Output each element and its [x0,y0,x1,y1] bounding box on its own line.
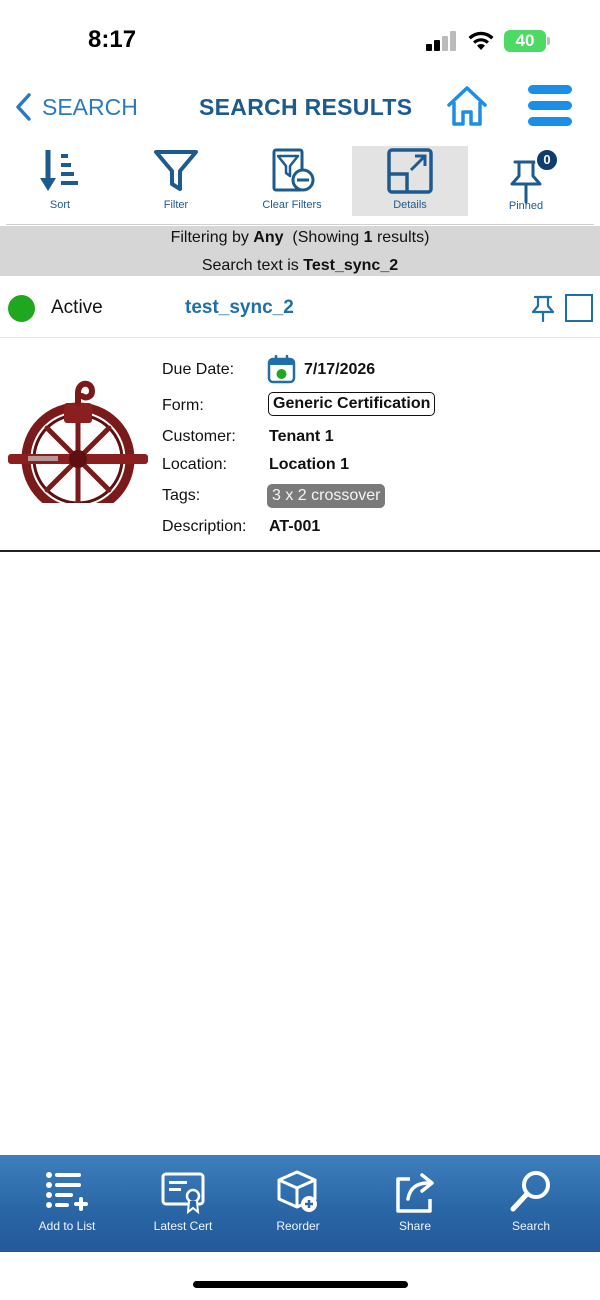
status-dot [8,295,35,322]
customer-value: Tenant 1 [269,428,334,445]
sort-icon [40,150,78,191]
search-icon [510,1171,550,1212]
select-checkbox[interactable] [565,294,593,322]
showing-prefix: (Showing [292,229,360,246]
back-label: SEARCH [42,93,138,120]
search-text-value: Test_sync_2 [303,257,399,274]
expand-details-icon [387,148,433,194]
hamburger-menu-button[interactable] [528,84,572,128]
latest-cert-label: Latest Cert [153,1219,213,1233]
home-indicator [193,1281,408,1288]
status-bar: 8:17 40 [0,0,600,80]
cellular-signal-icon [426,31,458,51]
pinned-button[interactable]: 0 Pinned [468,146,584,216]
filter-icon [154,150,198,191]
clear-filters-icon [272,148,315,192]
pinned-count-badge: 0 [535,148,559,172]
search-text-prefix: Search text is [201,257,299,274]
share-button[interactable]: Share [360,1169,470,1233]
chevron-left-icon [16,93,31,121]
clear-filters-label: Clear Filters [262,199,322,211]
customer-label: Customer: [162,428,236,445]
pulley-block-image [8,380,148,503]
reorder-label: Reorder [276,1219,320,1233]
home-icon[interactable] [444,83,490,129]
page-title: SEARCH RESULTS [199,94,413,120]
add-to-list-icon [46,1172,88,1211]
share-icon [396,1173,434,1213]
battery-indicator: 40 [504,30,546,52]
status-text: Active [51,297,103,318]
description-label: Description: [162,518,247,535]
tags-label: Tags: [162,487,201,504]
toolbar-divider [6,224,594,225]
sort-label: Sort [49,199,71,211]
latest-cert-button[interactable]: Latest Cert [128,1169,238,1233]
search-label: Search [511,1219,551,1233]
add-to-list-button[interactable]: Add to List [12,1169,122,1233]
toolbar: Sort Filter Clear Filters Details 0 Pinn… [0,142,600,222]
wifi-icon [468,31,494,50]
back-button[interactable]: SEARCH [14,92,138,122]
filter-label: Filter [163,199,189,211]
reorder-box-icon [277,1170,317,1212]
filter-summary-bar: Filtering by Any (Showing 1 results) Sea… [0,226,600,276]
result-count: 1 [363,229,373,246]
add-to-list-label: Add to List [38,1219,96,1233]
details-label: Details [393,199,427,211]
due-date-label: Due Date: [162,361,235,378]
search-button[interactable]: Search [476,1169,586,1233]
share-label: Share [398,1219,432,1233]
search-text-line: Search text is Test_sync_2 [0,257,600,275]
bottom-action-bar: Add to List Latest Cert Reorder Share Se… [0,1155,600,1252]
battery-tip [547,37,550,45]
due-date-value: 7/17/2026 [304,361,376,378]
certificate-icon [161,1172,205,1215]
status-time: 8:17 [88,26,137,53]
tag-chip[interactable]: 3 x 2 crossover [267,484,386,508]
location-label: Location: [162,456,227,473]
result-details: Due Date: 7/17/2026 Form: Generic Certif… [0,339,600,552]
reorder-button[interactable]: Reorder [243,1169,353,1233]
pin-icon[interactable] [530,294,556,322]
filter-mode: Any [253,229,284,246]
showing-suffix: results) [376,229,430,246]
description-value: AT-001 [269,518,321,535]
details-button[interactable]: Details [352,146,468,216]
nav-bar: SEARCH SEARCH RESULTS [0,80,600,136]
sort-button[interactable]: Sort [2,146,118,216]
clear-filters-button[interactable]: Clear Filters [234,146,350,216]
filter-summary-line: Filtering by Any (Showing 1 results) [0,229,600,247]
location-value: Location 1 [269,456,350,473]
pinned-label: Pinned [508,200,544,212]
result-row[interactable]: Active test_sync_2 [0,280,600,338]
calendar-icon [267,355,296,384]
form-label: Form: [162,397,204,414]
filter-prefix: Filtering by [170,229,249,246]
form-chip[interactable]: Generic Certification [268,392,436,416]
filter-button[interactable]: Filter [118,146,234,216]
result-name-link[interactable]: test_sync_2 [185,297,294,319]
